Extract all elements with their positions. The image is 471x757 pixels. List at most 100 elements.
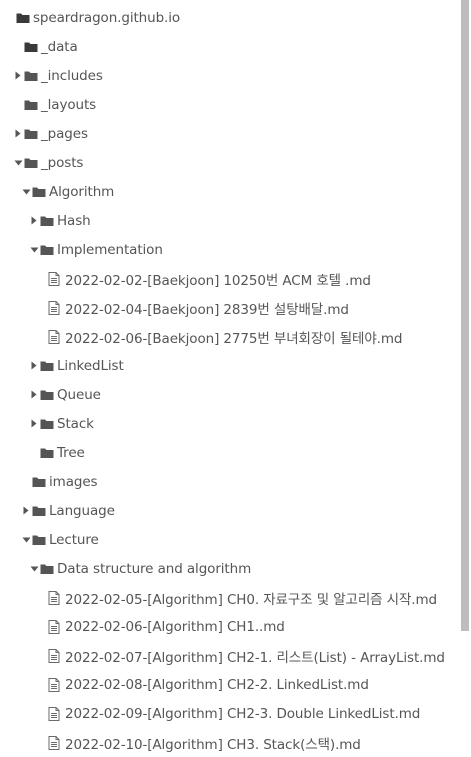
folder-icon bbox=[40, 446, 54, 460]
chevron-down-icon[interactable] bbox=[21, 177, 31, 206]
folder-icon bbox=[32, 504, 46, 518]
folder-icon bbox=[40, 243, 54, 257]
tree-folder-item[interactable]: _layouts bbox=[0, 90, 458, 119]
folder-icon bbox=[24, 98, 38, 112]
tree-folder-item[interactable]: Queue bbox=[0, 380, 458, 409]
file-icon bbox=[48, 648, 62, 663]
folder-icon bbox=[40, 417, 54, 431]
tree-folder-item[interactable]: images bbox=[0, 467, 458, 496]
tree-file-item[interactable]: 2022-02-02-[Baekjoon] 10250번 ACM 호텔 .md bbox=[0, 264, 458, 293]
file-icon bbox=[48, 619, 62, 634]
tree-folder-item[interactable]: _pages bbox=[0, 119, 458, 148]
file-icon bbox=[48, 329, 62, 344]
folder-icon bbox=[24, 127, 38, 141]
tree-item-label: Language bbox=[49, 502, 115, 519]
tree-file-item[interactable]: 2022-02-10-[Algorithm] CH3. Stack(스택).md bbox=[0, 728, 458, 757]
tree-item-label: 2022-02-06-[Algorithm] CH1..md bbox=[65, 618, 285, 635]
tree-folder-item[interactable]: _includes bbox=[0, 61, 458, 90]
folder-icon bbox=[32, 533, 46, 547]
tree-folder-item[interactable]: LinkedList bbox=[0, 351, 458, 380]
chevron-down-icon[interactable] bbox=[13, 148, 23, 177]
tree-item-label: _pages bbox=[41, 125, 88, 142]
tree-file-item[interactable]: 2022-02-05-[Algorithm] CH0. 자료구조 및 알고리즘 … bbox=[0, 583, 458, 612]
folder-icon bbox=[16, 11, 30, 25]
chevron-down-icon[interactable] bbox=[29, 235, 39, 264]
tree-folder-item[interactable]: Stack bbox=[0, 409, 458, 438]
folder-icon bbox=[40, 359, 54, 373]
tree-item-label: Tree bbox=[57, 444, 85, 461]
tree-folder-item[interactable]: _data bbox=[0, 32, 458, 61]
tree-file-item[interactable]: 2022-02-06-[Baekjoon] 2775번 부녀회장이 될테야.md bbox=[0, 322, 458, 351]
tree-item-label: _layouts bbox=[41, 96, 97, 113]
tree-file-item[interactable]: 2022-02-08-[Algorithm] CH2-2. LinkedList… bbox=[0, 670, 458, 699]
tree-item-label: _data bbox=[41, 38, 78, 55]
folder-icon bbox=[40, 388, 54, 402]
tree-item-label: speardragon.github.io bbox=[33, 9, 181, 26]
tree-item-label: 2022-02-09-[Algorithm] CH2-3. Double Lin… bbox=[65, 705, 421, 722]
scrollbar-thumb[interactable] bbox=[461, 0, 469, 631]
tree-item-label: Implementation bbox=[57, 241, 163, 258]
tree-item-label: Algorithm bbox=[49, 183, 115, 200]
tree-folder-item[interactable]: Hash bbox=[0, 206, 458, 235]
tree-item-label: Lecture bbox=[49, 531, 99, 548]
chevron-right-icon[interactable] bbox=[21, 496, 31, 525]
folder-icon bbox=[40, 562, 54, 576]
chevron-down-icon[interactable] bbox=[21, 525, 31, 554]
tree-item-label: images bbox=[49, 473, 98, 490]
tree-folder-item[interactable]: Implementation bbox=[0, 235, 458, 264]
chevron-right-icon[interactable] bbox=[29, 380, 39, 409]
tree-folder-item[interactable]: Lecture bbox=[0, 525, 458, 554]
vertical-scrollbar[interactable] bbox=[461, 0, 469, 746]
tree-item-label: 2022-02-07-[Algorithm] CH2-1. 리스트(List) … bbox=[65, 649, 445, 666]
chevron-down-icon[interactable] bbox=[29, 554, 39, 583]
tree-folder-item[interactable]: Algorithm bbox=[0, 177, 458, 206]
tree-folder-item[interactable]: Language bbox=[0, 496, 458, 525]
tree-file-item[interactable]: 2022-02-06-[Algorithm] CH1..md bbox=[0, 612, 458, 641]
chevron-right-icon[interactable] bbox=[29, 351, 39, 380]
tree-item-label: Hash bbox=[57, 212, 91, 229]
tree-item-label: _posts bbox=[41, 154, 84, 171]
tree-item-label: 2022-02-06-[Baekjoon] 2775번 부녀회장이 될테야.md bbox=[65, 330, 403, 347]
chevron-right-icon[interactable] bbox=[29, 409, 39, 438]
tree-folder-item[interactable]: Tree bbox=[0, 438, 458, 467]
tree-item-label: _includes bbox=[41, 67, 103, 84]
folder-icon bbox=[24, 69, 38, 83]
tree-item-label: 2022-02-08-[Algorithm] CH2-2. LinkedList… bbox=[65, 676, 369, 693]
tree-folder-item[interactable]: _posts bbox=[0, 148, 458, 177]
tree-item-label: Data structure and algorithm bbox=[57, 560, 252, 577]
folder-icon bbox=[32, 185, 46, 199]
tree-item-label: LinkedList bbox=[57, 357, 124, 374]
chevron-right-icon[interactable] bbox=[13, 119, 23, 148]
tree-item-label: 2022-02-02-[Baekjoon] 10250번 ACM 호텔 .md bbox=[65, 272, 371, 289]
tree-file-item[interactable]: 2022-02-04-[Baekjoon] 2839번 설탕배달.md bbox=[0, 293, 458, 322]
chevron-right-icon[interactable] bbox=[29, 206, 39, 235]
file-icon bbox=[48, 590, 62, 605]
folder-icon bbox=[24, 156, 38, 170]
tree-file-item[interactable]: 2022-02-09-[Algorithm] CH2-3. Double Lin… bbox=[0, 699, 458, 728]
file-icon bbox=[48, 735, 62, 750]
tree-item-label: Stack bbox=[57, 415, 94, 432]
tree-item-label: 2022-02-10-[Algorithm] CH3. Stack(스택).md bbox=[65, 736, 361, 753]
tree-file-item[interactable]: 2022-02-07-[Algorithm] CH2-1. 리스트(List) … bbox=[0, 641, 458, 670]
chevron-right-icon[interactable] bbox=[13, 61, 23, 90]
tree-folder-item[interactable]: Data structure and algorithm bbox=[0, 554, 458, 583]
tree-folder-item[interactable]: speardragon.github.io bbox=[0, 3, 458, 32]
folder-icon bbox=[24, 40, 38, 54]
tree-item-label: 2022-02-04-[Baekjoon] 2839번 설탕배달.md bbox=[65, 301, 349, 318]
file-icon bbox=[48, 677, 62, 692]
file-icon bbox=[48, 706, 62, 721]
file-tree: speardragon.github.io _data _includes _layo… bbox=[0, 0, 458, 753]
